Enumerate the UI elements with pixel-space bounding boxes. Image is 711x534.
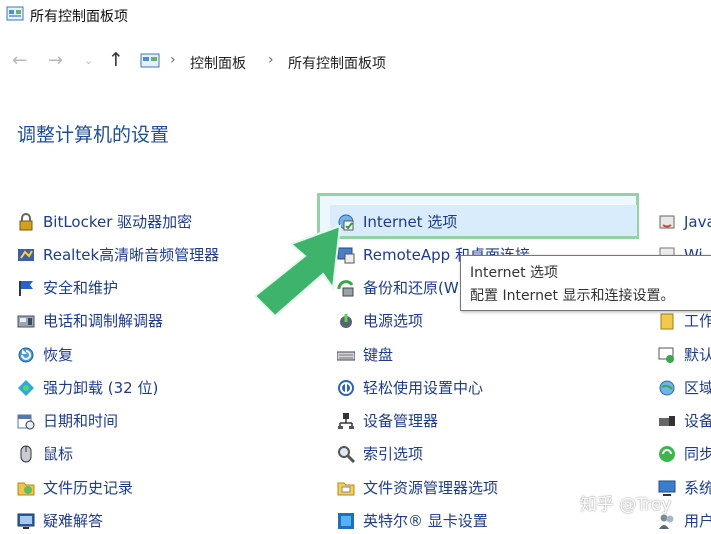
item-power[interactable]: 电源选项 bbox=[337, 308, 627, 334]
breadcrumb-control-panel[interactable]: 控制面板 bbox=[190, 53, 246, 73]
item-realtek[interactable]: Realtek高清晰音频管理器 bbox=[17, 242, 247, 268]
tooltip: Internet 选项 配置 Internet 显示和连接设置。 bbox=[460, 255, 711, 311]
item-backup-restore[interactable]: 备份和还原(W bbox=[337, 275, 459, 301]
device-manager-icon bbox=[338, 413, 354, 429]
title-bar: 所有控制面板项 bbox=[0, 0, 711, 30]
item-sync[interactable]: 同步 bbox=[658, 441, 711, 467]
file-history-icon bbox=[17, 482, 35, 496]
item-date-time[interactable]: 日期和时间 bbox=[17, 408, 247, 434]
folder-options-icon bbox=[337, 482, 355, 496]
java-icon bbox=[659, 215, 675, 229]
uninstall-icon bbox=[18, 380, 34, 396]
breadcrumb-separator: › bbox=[268, 52, 274, 68]
troubleshoot-icon bbox=[17, 513, 35, 529]
bitlocker-icon bbox=[19, 213, 33, 231]
item-file-history[interactable]: 文件历史记录 bbox=[17, 475, 247, 501]
item-default-programs[interactable]: 默认 bbox=[658, 342, 711, 368]
realtek-audio-icon bbox=[18, 249, 34, 261]
item-bitlocker[interactable]: BitLocker 驱动器加密 bbox=[17, 209, 247, 235]
tooltip-title: Internet 选项 bbox=[470, 265, 559, 281]
keyboard-icon bbox=[337, 351, 355, 361]
sync-icon bbox=[659, 446, 675, 462]
item-device-manager[interactable]: 设备管理器 bbox=[337, 408, 627, 434]
window-title: 所有控制面板项 bbox=[30, 9, 128, 25]
intel-graphics-icon bbox=[338, 513, 354, 529]
item-recovery[interactable]: 恢复 bbox=[17, 342, 247, 368]
item-devices[interactable]: 设备 bbox=[658, 408, 711, 434]
history-chevron-icon[interactable]: ⌄ bbox=[84, 54, 93, 67]
control-panel-icon bbox=[140, 53, 160, 68]
phone-modem-icon bbox=[17, 315, 35, 328]
breadcrumb-separator: › bbox=[170, 52, 176, 68]
region-icon bbox=[659, 380, 675, 396]
item-internet-options[interactable]: Internet 选项 bbox=[337, 209, 627, 235]
item-troubleshoot[interactable]: 疑难解答 bbox=[17, 508, 247, 534]
mouse-icon bbox=[20, 445, 32, 463]
indexing-icon bbox=[338, 446, 355, 463]
item-security[interactable]: 安全和维护 bbox=[17, 275, 247, 301]
work-folders-icon bbox=[660, 313, 674, 330]
control-panel-icon bbox=[6, 6, 24, 21]
item-uninstall[interactable]: 强力卸载 (32 位) bbox=[17, 375, 247, 401]
item-work-folders[interactable]: 工作 bbox=[658, 308, 711, 334]
default-programs-icon bbox=[658, 347, 674, 363]
devices-icon bbox=[659, 416, 675, 426]
page-heading: 调整计算机的设置 bbox=[17, 124, 170, 146]
item-java[interactable]: Java bbox=[658, 209, 711, 235]
up-arrow-icon[interactable]: ↑ bbox=[108, 49, 124, 71]
ease-of-access-icon bbox=[338, 380, 354, 396]
item-phone-modem[interactable]: 电话和调制解调器 bbox=[17, 308, 247, 334]
forward-arrow-icon[interactable]: → bbox=[48, 50, 63, 71]
tooltip-description: 配置 Internet 显示和连接设置。 bbox=[470, 288, 675, 304]
item-keyboard[interactable]: 键盘 bbox=[337, 342, 627, 368]
date-time-icon bbox=[17, 414, 35, 430]
watermark: 知乎 @Trey bbox=[580, 495, 672, 515]
breadcrumb-all-items[interactable]: 所有控制面板项 bbox=[288, 53, 386, 73]
item-region[interactable]: 区域 bbox=[658, 375, 711, 401]
recovery-icon bbox=[18, 347, 34, 363]
back-arrow-icon[interactable]: ← bbox=[12, 50, 27, 71]
item-ease-of-access[interactable]: 轻松使用设置中心 bbox=[337, 375, 627, 401]
flag-icon bbox=[19, 281, 33, 296]
item-indexing[interactable]: 索引选项 bbox=[337, 441, 627, 467]
green-arrow-icon bbox=[253, 224, 342, 318]
address-bar: ← → ⌄ ↑ › 控制面板 › 所有控制面板项 bbox=[0, 42, 711, 82]
item-mouse[interactable]: 鼠标 bbox=[17, 441, 247, 467]
